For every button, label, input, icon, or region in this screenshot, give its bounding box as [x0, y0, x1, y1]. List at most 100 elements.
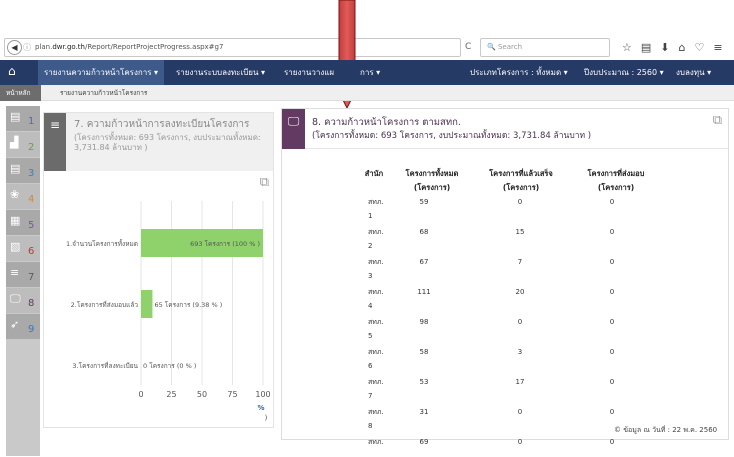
- office-cell: สทภ.: [368, 348, 384, 356]
- panel-title: 8. ความก้าวหน้าโครงการ ตามสทก.: [312, 117, 461, 128]
- url-path: /Report/ReportProjectProgress.aspx#g7: [84, 43, 224, 51]
- data-date-footer: © ข้อมูล ณ วันที่ : 22 พ.ค. 2560: [614, 426, 718, 434]
- section-icon: ▧: [10, 240, 21, 253]
- nav-registration-report[interactable]: รายงานระบบลงทะเบียน ▾: [176, 60, 265, 85]
- header-delivered: โครงการที่ส่งมอบ (โครงการ): [587, 169, 645, 192]
- x-unit-trailing: ): [265, 414, 268, 422]
- office-cell: สทภ.: [368, 408, 384, 416]
- section-icon: 🖵: [10, 292, 21, 305]
- office-cell: สทภ.: [368, 318, 384, 326]
- office-cell: สทภ.: [368, 288, 384, 296]
- menu-icon[interactable]: ≡: [713, 38, 722, 57]
- office-cell: สทภ.: [368, 228, 384, 236]
- section-icon: ▦: [10, 214, 21, 227]
- download-icon[interactable]: ⬇: [660, 38, 669, 57]
- total-cell: 59: [419, 198, 429, 206]
- delivered-cell: 0: [609, 198, 615, 206]
- delivered-cell: 0: [609, 378, 615, 386]
- home-icon[interactable]: ⌂: [679, 38, 686, 57]
- search-placeholder: Search: [497, 43, 523, 51]
- done-cell: 3: [517, 348, 523, 356]
- address-bar[interactable]: ◀ ⓘ plan.dwr.go.th/Report/ReportProjectP…: [4, 38, 461, 57]
- clipboard-icon[interactable]: ▤: [641, 38, 651, 57]
- office-number-cell: 8: [368, 422, 373, 430]
- delivered-cell: 0: [609, 438, 615, 446]
- sidebar-section-1[interactable]: ▤ 1: [6, 106, 40, 131]
- sidebar-section-8[interactable]: 🖵 8: [6, 288, 40, 313]
- section-number: 6: [28, 246, 35, 257]
- delivered-cell: 0: [609, 408, 615, 416]
- section-number: 1: [28, 116, 35, 127]
- nav-planning-report-tail[interactable]: การ ▾: [360, 60, 380, 85]
- section-number: 5: [28, 220, 35, 231]
- bar-data-label: 693 โครงการ (100 % ): [190, 240, 260, 248]
- bookmark-star-icon[interactable]: ☆: [622, 38, 632, 57]
- breadcrumb: หน้าหลัก รายงานความก้าวหน้าโครงการ: [0, 85, 734, 101]
- office-number-cell: 1: [368, 212, 373, 220]
- category-label: 3.โครงการที่ลงทะเบียน: [72, 361, 138, 370]
- menu-lines-icon: ≡: [44, 113, 66, 171]
- section-icon: ➶: [10, 318, 20, 331]
- sidebar-section-5[interactable]: ▦ 5: [6, 210, 40, 235]
- delivered-cell: 0: [609, 348, 615, 356]
- section-icon: ▟: [10, 136, 19, 149]
- header-office: สำนัก: [364, 169, 384, 178]
- x-tick-label: 100: [255, 390, 270, 399]
- header-done: โครงการที่แล้วเสร็จ (โครงการ): [489, 169, 553, 192]
- done-cell: 0: [517, 438, 523, 446]
- office-number-cell: 7: [368, 392, 373, 400]
- bar: [141, 290, 153, 318]
- delivered-cell: 0: [609, 288, 615, 296]
- panel-header: 🖵 8. ความก้าวหน้าโครงการ ตามสทก. (โครงกา…: [282, 109, 728, 149]
- total-cell: 98: [419, 318, 429, 326]
- external-link-icon[interactable]: ⧉: [713, 113, 722, 128]
- sidebar-section-7[interactable]: ≡ 7: [6, 262, 40, 287]
- x-tick-label: 0: [138, 390, 143, 399]
- sidebar-section-6[interactable]: ▧ 6: [6, 236, 40, 261]
- total-cell: 68: [419, 228, 429, 236]
- nav-project-progress[interactable]: รายงานความก้าวหน้าโครงการ ▾: [38, 60, 165, 85]
- section-number: 3: [28, 168, 35, 179]
- sidebar-section-4[interactable]: ❀ 4: [6, 184, 40, 209]
- home-nav-icon[interactable]: ⌂: [8, 65, 20, 77]
- reload-icon[interactable]: C: [465, 38, 477, 57]
- section-number: 4: [28, 194, 35, 205]
- office-number-cell: 3: [368, 272, 373, 280]
- back-icon[interactable]: ◀: [7, 40, 22, 55]
- delivered-cell: 0: [609, 228, 615, 236]
- search-input[interactable]: 🔍 Search: [480, 38, 610, 57]
- section-number: 7: [28, 272, 35, 283]
- info-icon[interactable]: ⓘ: [23, 39, 31, 56]
- nav-fiscal-year[interactable]: ปีงบประมาณ : 2560 ▾: [584, 60, 664, 85]
- breadcrumb-current: รายงานความก้าวหน้าโครงการ: [60, 89, 148, 97]
- total-cell: 67: [419, 258, 429, 266]
- sidebar-section-2[interactable]: ▟ 2: [6, 132, 40, 157]
- x-tick-label: 75: [227, 390, 237, 399]
- office-progress-panel: 🖵 8. ความก้าวหน้าโครงการ ตามสทก. (โครงกา…: [281, 108, 729, 446]
- sidebar-section-3[interactable]: ▤ 3: [6, 158, 40, 183]
- total-cell: 111: [417, 288, 431, 296]
- done-cell: 20: [515, 288, 525, 296]
- nav-project-type[interactable]: ประเภทโครงการ : ทั้งหมด ▾: [470, 60, 568, 85]
- external-link-icon[interactable]: ⧉: [260, 175, 269, 190]
- pocket-icon[interactable]: ♡: [694, 38, 704, 57]
- header-total: โครงการทั้งหมด (โครงการ): [405, 169, 459, 192]
- nav-planning-report[interactable]: รายงานวางแผ: [284, 60, 334, 85]
- office-number-cell: 4: [368, 302, 373, 310]
- registration-bar-chart: 0 25 50 75 100%) 1.จำนวนโครงการทั้งหมด 693 โคร…: [66, 201, 271, 422]
- done-cell: 0: [517, 198, 523, 206]
- nav-budget-type[interactable]: งบลงทุน ▾: [676, 60, 711, 85]
- delivered-cell: 0: [609, 318, 615, 326]
- total-cell: 31: [419, 408, 429, 416]
- browser-toolbar: ◀ ⓘ plan.dwr.go.th/Report/ReportProjectP…: [0, 0, 734, 60]
- panel-subtitle: (โครงการทั้งหมด: 693 โครงการ, งบประมาณทั…: [74, 133, 261, 152]
- section-icon: ▤: [10, 110, 21, 123]
- breadcrumb-home[interactable]: หน้าหลัก: [0, 85, 41, 101]
- office-number-cell: 2: [368, 242, 373, 250]
- bar-data-label: 65 โครงการ (9.38 % ): [154, 301, 222, 309]
- registration-progress-panel: ≡ 7. ความก้าวหน้าการลงทะเบียนโครงการ (โค…: [43, 112, 274, 428]
- toolbar-icons: ☆ ▤ ⬇ ⌂ ♡ ≡: [622, 38, 723, 57]
- done-cell: 15: [515, 228, 525, 236]
- sidebar-section-9[interactable]: ➶ 9: [6, 314, 40, 339]
- section-icon: ▤: [10, 162, 21, 175]
